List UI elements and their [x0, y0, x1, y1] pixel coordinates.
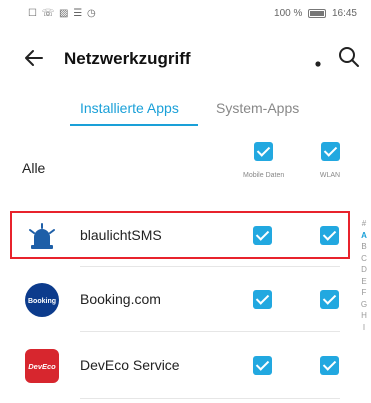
search-icon[interactable] — [336, 44, 362, 70]
dropdown-dot-icon[interactable] — [311, 48, 325, 68]
back-arrow-icon[interactable] — [20, 44, 48, 72]
page-title: Netzwerkzugriff — [64, 49, 191, 68]
index-letter-active[interactable]: A — [358, 230, 370, 242]
index-letter[interactable]: C — [358, 253, 370, 265]
wlan-column: WLAN — [310, 142, 350, 179]
index-letter[interactable]: B — [358, 241, 370, 253]
index-letter[interactable]: H — [358, 310, 370, 322]
status-right: 100 % 16:45 — [274, 8, 357, 19]
booking-icon: Booking — [25, 283, 59, 317]
mobile-data-column: Mobile Daten — [243, 142, 285, 179]
highlight-frame — [10, 211, 350, 259]
mobile-data-checkbox[interactable] — [253, 356, 272, 375]
all-mobile-checkbox[interactable] — [253, 142, 273, 161]
battery-percent: 100 % — [274, 8, 303, 19]
mobile-data-checkbox[interactable] — [253, 290, 272, 309]
divider — [80, 331, 340, 332]
deveco-icon: DevEco — [25, 349, 59, 383]
tab-installed-apps[interactable]: Installierte Apps — [80, 100, 179, 116]
index-letter[interactable]: F — [358, 287, 370, 299]
all-label: Alle — [22, 160, 46, 176]
index-letter[interactable]: E — [358, 276, 370, 288]
clock: 16:45 — [331, 8, 357, 19]
tab-bar: Installierte Apps System-Apps — [0, 96, 371, 130]
tab-system-apps[interactable]: System-Apps — [216, 100, 299, 116]
list-item[interactable]: DevEco DevEco Service — [0, 336, 371, 396]
wlan-label: WLAN — [319, 172, 341, 179]
mobile-data-label: Mobile Daten — [243, 172, 285, 179]
index-letter[interactable]: G — [358, 299, 370, 311]
app-name: Booking.com — [80, 291, 161, 307]
all-row: Alle Mobile Daten WLAN — [0, 142, 371, 192]
app-bar: Netzwerkzugriff — [0, 40, 371, 80]
tab-indicator — [70, 124, 198, 126]
divider — [80, 398, 340, 399]
status-icons: ☐ ☏ ▨ ☰ ◷ — [28, 8, 97, 19]
list-item[interactable]: Booking Booking.com — [0, 270, 371, 330]
index-letter[interactable]: I — [358, 322, 370, 334]
battery-icon — [308, 8, 327, 18]
alphabet-index[interactable]: # A B C D E F G H I — [358, 218, 370, 333]
app-name: DevEco Service — [80, 357, 180, 373]
index-letter[interactable]: D — [358, 264, 370, 276]
wlan-checkbox[interactable] — [320, 356, 339, 375]
booking-icon-text: Booking — [28, 298, 56, 305]
deveco-icon-text: DevEco — [28, 362, 56, 371]
index-letter[interactable]: # — [358, 218, 370, 230]
all-wlan-checkbox[interactable] — [320, 142, 340, 161]
divider — [80, 266, 340, 267]
status-bar: ☐ ☏ ▨ ☰ ◷ 100 % 16:45 — [0, 0, 371, 30]
wlan-checkbox[interactable] — [320, 290, 339, 309]
